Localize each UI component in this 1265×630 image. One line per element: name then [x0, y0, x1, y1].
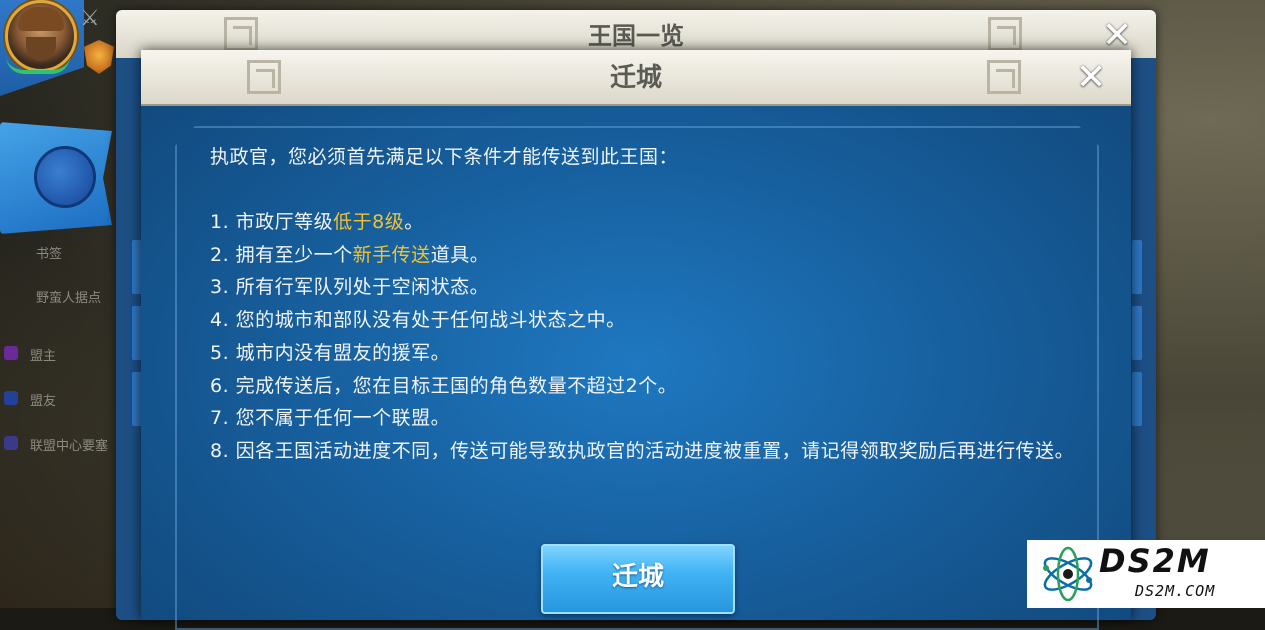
- atom-logo-icon: [1043, 546, 1093, 602]
- watermark-domain: DS2M.COM: [1135, 582, 1216, 600]
- highlight-text: 新手传送: [352, 243, 431, 266]
- sidebar-item-leader[interactable]: 盟主: [30, 345, 56, 364]
- dialog-title: 迁城: [609, 63, 662, 93]
- side-tab[interactable]: [1130, 238, 1144, 296]
- close-icon[interactable]: ✕: [1102, 18, 1132, 54]
- sword-icon[interactable]: ⚔: [80, 6, 106, 32]
- relocate-dialog-header: 迁城 ✕: [141, 50, 1131, 106]
- sidebar-item-alliance-fortress[interactable]: 联盟中心要塞: [30, 435, 108, 454]
- highlight-text: 低于8级: [333, 211, 405, 233]
- sidebar-item-allies[interactable]: 盟友: [30, 390, 56, 409]
- conditions-list: 1. 市政厅等级低于8级。 2. 拥有至少一个新手传送道具。 3. 所有行军队列…: [210, 206, 1090, 468]
- condition-item: 4. 您的城市和部队没有处于任何战斗状态之中。: [210, 309, 626, 332]
- close-icon[interactable]: ✕: [1076, 60, 1106, 96]
- avatar-xp-ring: [6, 56, 70, 74]
- condition-item: 7. 您不属于任何一个联盟。: [210, 407, 451, 430]
- ally-marker-icon: [4, 391, 18, 405]
- leader-marker-icon: [4, 346, 18, 360]
- condition-item: 6. 完成传送后，您在目标王国的角色数量不超过2个。: [210, 374, 678, 397]
- sidebar-item-barbarian-fort[interactable]: 野蛮人据点: [36, 287, 101, 306]
- intro-text: 执政官，您必须首先满足以下条件才能传送到此王国：: [210, 146, 679, 168]
- condition-item: 2. 拥有至少一个新手传送道具。: [210, 243, 490, 266]
- condition-item: 8. 因各王国活动进度不同，传送可能导致执政官的活动进度被重置，请记得领取奖励后…: [210, 439, 1075, 462]
- watermark-brand: DS2M: [1099, 542, 1211, 580]
- relocate-dialog: 迁城 ✕ 执政官，您必须首先满足以下条件才能传送到此王国： 1. 市政厅等级低于…: [141, 50, 1131, 620]
- side-tab[interactable]: [1130, 304, 1144, 362]
- globe-icon: [34, 146, 96, 208]
- sidebar-item-bookmarks[interactable]: 书签: [36, 243, 62, 262]
- relocate-button[interactable]: 迁城: [541, 544, 735, 614]
- condition-item: 3. 所有行军队列处于空闲状态。: [210, 276, 490, 299]
- watermark: DS2M DS2M.COM: [1027, 540, 1265, 608]
- side-tab[interactable]: [1130, 370, 1144, 428]
- condition-item: 1. 市政厅等级低于8级。: [210, 211, 424, 233]
- fortress-marker-icon: [4, 436, 18, 450]
- condition-item: 5. 城市内没有盟友的援军。: [210, 341, 451, 364]
